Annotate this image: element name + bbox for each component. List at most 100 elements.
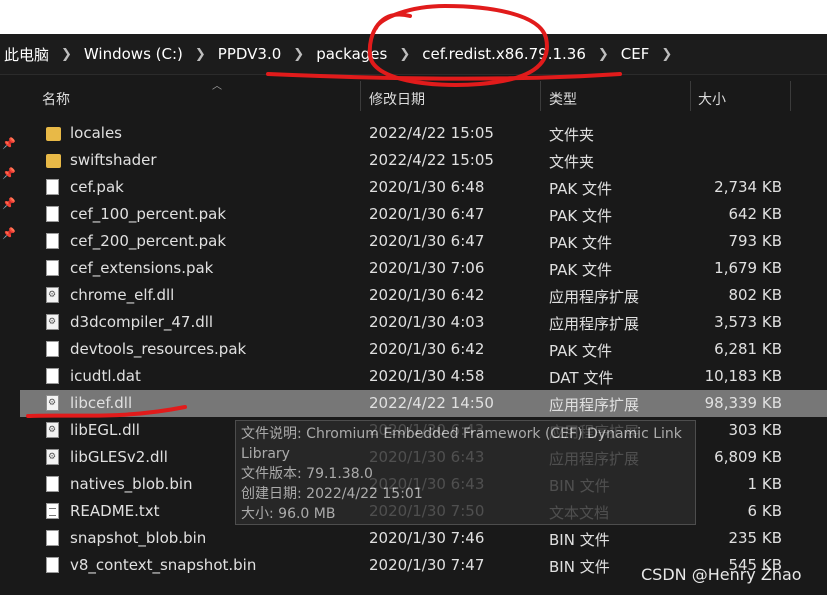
file-size: 6,281 KB — [714, 340, 782, 358]
top-white-area — [0, 0, 827, 34]
file-date: 2020/1/30 4:03 — [369, 313, 485, 331]
file-type: BIN 文件 — [549, 531, 610, 549]
file-type: PAK 文件 — [549, 342, 612, 360]
file-name: cef_extensions.pak — [70, 259, 214, 277]
file-type: PAK 文件 — [549, 180, 612, 198]
pin-icon: 📌 — [2, 197, 16, 210]
tooltip-description: 文件说明: Chromium Embedded Framework (CEF) … — [241, 426, 682, 442]
chevron-right-icon[interactable]: ❯ — [391, 47, 418, 62]
breadcrumb-cef-redist[interactable]: cef.redist.x86.79.1.36 — [418, 45, 590, 63]
file-name: v8_context_snapshot.bin — [70, 556, 257, 574]
file-size: 802 KB — [728, 286, 782, 304]
breadcrumb-cef[interactable]: CEF — [617, 45, 654, 63]
file-date: 2020/1/30 7:47 — [369, 556, 485, 574]
file-icon — [46, 341, 59, 357]
file-size: 6,809 KB — [714, 448, 782, 466]
dll-icon — [46, 422, 59, 438]
file-size: 642 KB — [728, 205, 782, 223]
file-date: 2020/1/30 6:47 — [369, 205, 485, 223]
file-icon — [46, 260, 59, 276]
file-name: libEGL.dll — [70, 421, 140, 439]
file-name: swiftshader — [70, 151, 157, 169]
file-date: 2022/4/22 15:05 — [369, 151, 494, 169]
file-date: 2022/4/22 15:05 — [369, 124, 494, 142]
watermark: CSDN @Henry Zhao — [641, 565, 802, 584]
file-name: libcef.dll — [70, 394, 133, 412]
file-size: 793 KB — [728, 232, 782, 250]
file-type: BIN 文件 — [549, 558, 610, 576]
tooltip-size: 大小: 96.0 MB — [241, 506, 336, 522]
pin-icon: 📌 — [2, 167, 16, 180]
file-name: cef_100_percent.pak — [70, 205, 227, 223]
file-size: 3,573 KB — [714, 313, 782, 331]
file-row[interactable]: icudtl.dat 2020/1/30 4:58 DAT 文件 10,183 KB — [20, 363, 827, 390]
file-type: PAK 文件 — [549, 234, 612, 252]
dll-icon — [46, 314, 59, 330]
breadcrumb-this-pc[interactable]: 此电脑 — [0, 44, 53, 65]
file-name: d3dcompiler_47.dll — [70, 313, 214, 331]
file-row[interactable]: devtools_resources.pak 2020/1/30 6:42 PAK … — [20, 336, 827, 363]
file-type: 应用程序扩展 — [549, 288, 640, 306]
file-size: 303 KB — [728, 421, 782, 439]
column-divider[interactable] — [790, 81, 791, 111]
file-row[interactable]: swiftshader 2022/4/22 15:05 文件夹 — [20, 147, 827, 174]
breadcrumb-ppdv[interactable]: PPDV3.0 — [214, 45, 286, 63]
file-size: 235 KB — [728, 529, 782, 547]
folder-icon — [46, 154, 61, 168]
file-date: 2020/1/30 6:47 — [369, 232, 485, 250]
file-type: 应用程序扩展 — [549, 315, 640, 333]
file-type: PAK 文件 — [549, 207, 612, 225]
file-row[interactable]: cef_200_percent.pak 2020/1/30 6:47 PAK 文件 7… — [20, 228, 827, 255]
file-date: 2020/1/30 7:46 — [369, 529, 485, 547]
column-divider[interactable] — [360, 81, 361, 111]
chevron-right-icon[interactable]: ❯ — [590, 47, 617, 62]
column-header: ︿ 名称 修改日期 类型 大小 — [20, 75, 827, 117]
file-size: 6 KB — [747, 502, 782, 520]
file-size: 1,679 KB — [714, 259, 782, 277]
folder-icon — [46, 127, 61, 141]
file-name: icudtl.dat — [70, 367, 141, 385]
column-size-header[interactable]: 大小 — [698, 89, 726, 109]
file-icon — [46, 368, 59, 384]
column-type-header[interactable]: 类型 — [549, 89, 577, 109]
file-name: cef.pak — [70, 178, 124, 196]
chevron-right-icon[interactable]: ❯ — [53, 47, 80, 62]
dll-icon — [46, 287, 59, 303]
address-bar[interactable]: 此电脑 ❯ Windows (C:) ❯ PPDV3.0 ❯ packages … — [0, 34, 827, 75]
file-icon — [46, 179, 59, 195]
file-name: README.txt — [70, 502, 160, 520]
column-divider[interactable] — [690, 81, 691, 111]
file-icon — [46, 476, 59, 492]
file-size: 98,339 KB — [704, 394, 782, 412]
navigation-pane-edge: 📌 📌 📌 📌 — [0, 75, 20, 595]
column-divider[interactable] — [540, 81, 541, 111]
file-type: DAT 文件 — [549, 369, 614, 387]
chevron-right-icon[interactable]: ❯ — [187, 47, 214, 62]
file-date: 2020/1/30 4:58 — [369, 367, 485, 385]
file-row[interactable]: d3dcompiler_47.dll 2020/1/30 4:03 应用程序扩展 3,… — [20, 309, 827, 336]
file-name: devtools_resources.pak — [70, 340, 247, 358]
breadcrumb-windows-c[interactable]: Windows (C:) — [80, 45, 187, 63]
breadcrumb-packages[interactable]: packages — [312, 45, 391, 63]
file-name: libGLESv2.dll — [70, 448, 168, 466]
file-date: 2022/4/22 14:50 — [369, 394, 494, 412]
file-row[interactable]: snapshot_blob.bin 2020/1/30 7:46 BIN 文件 235… — [20, 525, 827, 552]
file-size: 1 KB — [747, 475, 782, 493]
column-date-header[interactable]: 修改日期 — [369, 89, 425, 109]
file-row[interactable]: chrome_elf.dll 2020/1/30 6:42 应用程序扩展 802 KB — [20, 282, 827, 309]
file-row[interactable]: cef.pak 2020/1/30 6:48 PAK 文件 2,734 KB — [20, 174, 827, 201]
file-row[interactable]: locales 2022/4/22 15:05 文件夹 — [20, 120, 827, 147]
file-name: natives_blob.bin — [70, 475, 193, 493]
file-row[interactable]: cef_100_percent.pak 2020/1/30 6:47 PAK 文件 6… — [20, 201, 827, 228]
chevron-right-icon[interactable]: ❯ — [285, 47, 312, 62]
file-row[interactable]: libcef.dll 2022/4/22 14:50 应用程序扩展 98,339 KB — [20, 390, 827, 417]
file-type: PAK 文件 — [549, 261, 612, 279]
file-size: 2,734 KB — [714, 178, 782, 196]
chevron-right-icon[interactable]: ❯ — [653, 47, 680, 62]
file-icon — [46, 206, 59, 222]
column-name-header[interactable]: 名称 — [42, 89, 70, 109]
file-row[interactable]: cef_extensions.pak 2020/1/30 7:06 PAK 文件 1,… — [20, 255, 827, 282]
file-date: 2020/1/30 6:48 — [369, 178, 485, 196]
file-type: 文件夹 — [549, 153, 595, 171]
file-name: snapshot_blob.bin — [70, 529, 207, 547]
